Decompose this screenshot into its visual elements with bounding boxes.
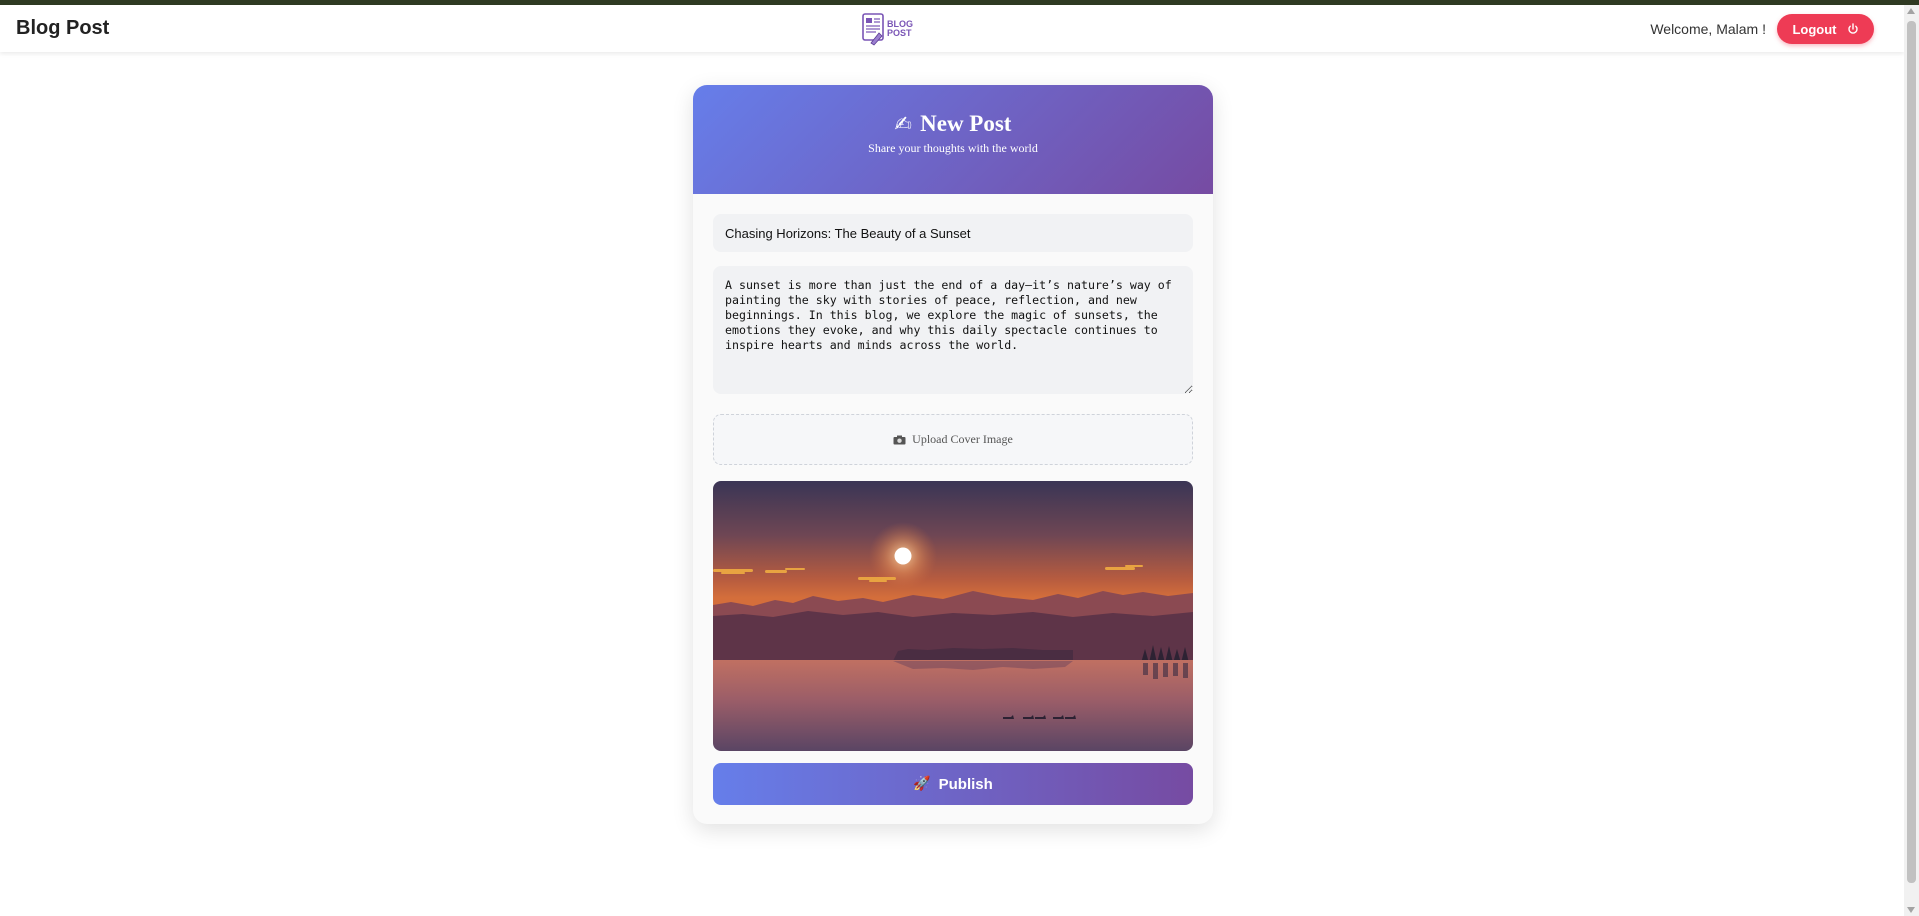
card-title: ✍ New Post xyxy=(693,85,1213,137)
logout-button[interactable]: Logout xyxy=(1777,14,1874,44)
writing-hand-icon: ✍ xyxy=(894,112,913,136)
navbar: Blog Post BLOG POST Welcome, Malam ! Log… xyxy=(0,5,1904,52)
logo-text-bottom: POST xyxy=(887,28,912,38)
card-header: ✍ New Post Share your thoughts with the … xyxy=(693,85,1213,194)
logo-text: BLOG POST xyxy=(884,20,913,38)
welcome-message: Welcome, Malam ! xyxy=(1650,21,1766,37)
brand-title: Blog Post xyxy=(16,17,110,39)
upload-label: Upload Cover Image xyxy=(912,432,1013,446)
newspaper-pen-icon xyxy=(862,13,884,46)
post-content-textarea[interactable]: A sunset is more than just the end of a … xyxy=(713,266,1193,394)
camera-icon xyxy=(893,435,906,444)
cover-image-preview xyxy=(713,481,1193,751)
publish-button[interactable]: 🚀 Publish xyxy=(713,763,1193,805)
power-icon xyxy=(1847,23,1858,34)
card-subtitle: Share your thoughts with the world xyxy=(868,141,1038,155)
scroll-down-arrow-icon[interactable] xyxy=(1907,907,1915,913)
blog-post-logo[interactable]: BLOG POST xyxy=(862,9,916,49)
upload-cover-image-button[interactable]: Upload Cover Image xyxy=(713,414,1193,465)
scroll-up-arrow-icon[interactable] xyxy=(1907,8,1915,14)
sunset-landscape-image xyxy=(713,481,1193,751)
scroll-thumb[interactable] xyxy=(1907,21,1916,883)
publish-label: Publish xyxy=(938,775,993,793)
card-title-text: New Post xyxy=(920,111,1012,136)
logout-label: Logout xyxy=(1792,21,1837,37)
new-post-card: ✍ New Post Share your thoughts with the … xyxy=(693,85,1213,824)
page-scrollbar[interactable] xyxy=(1904,5,1919,916)
post-title-input[interactable] xyxy=(713,214,1193,252)
rocket-icon: 🚀 xyxy=(913,776,931,792)
